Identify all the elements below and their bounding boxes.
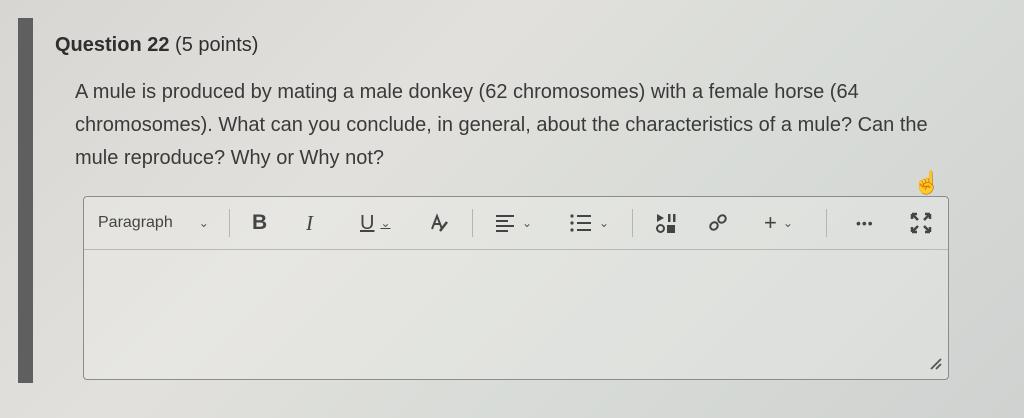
toolbar-divider [472,209,473,237]
more-options-button[interactable]: ••• [856,207,874,239]
link-icon [709,214,727,231]
underline-button[interactable]: U ⌄ [360,207,391,239]
left-accent-bar [18,18,33,383]
insert-media-button[interactable] [654,207,678,239]
insert-link-button[interactable] [706,207,730,239]
question-title: Question 22 (5 points) [55,34,258,57]
editor-toolbar: Paragraph ⌄ B I U ⌄ ⌄ ⌄ + ⌄ ••• [84,197,948,250]
bold-button[interactable]: B [252,207,267,239]
more-options-label: ••• [856,215,874,231]
align-button[interactable]: ⌄ [494,207,532,239]
rich-text-editor[interactable]: Paragraph ⌄ B I U ⌄ ⌄ ⌄ + ⌄ ••• [83,196,949,380]
chevron-down-icon: ⌄ [782,216,793,230]
question-points: (5 points) [175,34,259,56]
insert-media-icon [656,214,676,233]
text-color-icon [431,213,448,232]
paragraph-format-label: Paragraph [98,214,173,231]
insert-button[interactable]: + ⌄ [764,207,793,239]
plus-icon: + [764,210,777,235]
bold-label: B [252,211,268,234]
resize-handle-icon[interactable] [928,356,942,375]
question-text: A mule is produced by mating a male donk… [75,81,928,169]
editor-content-area[interactable] [84,250,948,378]
chevron-down-icon: ⌄ [522,216,533,230]
underline-label: U [360,211,375,234]
toolbar-divider [632,209,633,237]
chevron-down-icon: ⌄ [599,216,610,230]
list-icon [570,214,591,232]
italic-button[interactable]: I [306,207,313,239]
italic-label: I [306,210,313,235]
chevron-down-icon: ⌄ [198,216,209,230]
list-button[interactable]: ⌄ [569,207,609,239]
align-icon [496,215,514,232]
question-number: Question 22 [55,34,170,56]
toolbar-divider [229,209,230,237]
toolbar-divider [826,209,827,237]
text-color-button[interactable] [428,207,450,239]
paragraph-format-dropdown[interactable]: Paragraph ⌄ [98,207,209,239]
fullscreen-button[interactable] [910,207,932,239]
hand-cursor-icon: ☝ [913,170,941,195]
chevron-down-icon: ⌄ [380,216,391,230]
question-card: Question 22 (5 points) A mule is produce… [33,18,1024,418]
fullscreen-icon [910,212,932,234]
